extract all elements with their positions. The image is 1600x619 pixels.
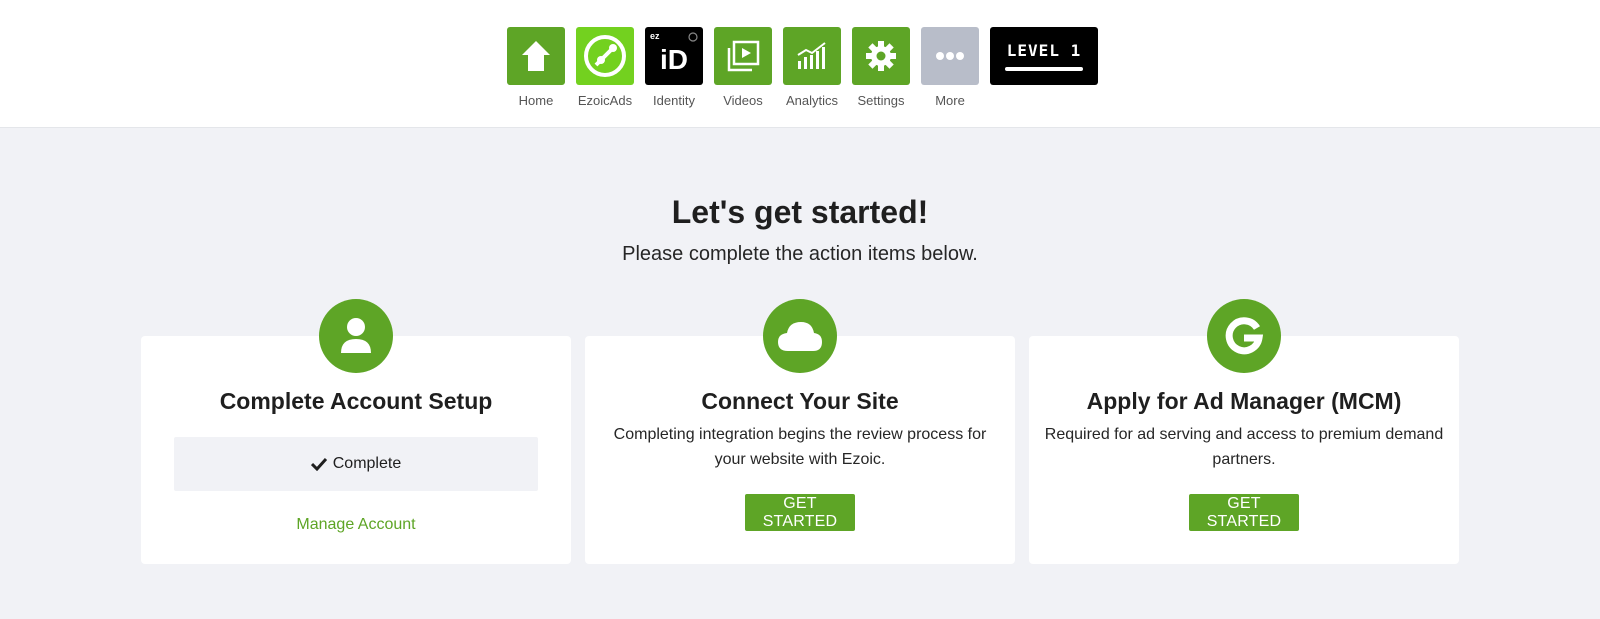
card-title-account-setup: Complete Account Setup (219, 388, 493, 414)
card-ad-manager: Apply for Ad Manager (MCM) Required for … (1029, 299, 1459, 564)
ad-manager-icon-circle (1207, 299, 1281, 373)
nav-label-more: More (935, 93, 965, 108)
nav-label-ezoicads: EzoicAds (577, 93, 633, 108)
identity-small-text: ez (650, 31, 660, 41)
status-label: Complete (332, 455, 402, 472)
manage-account-link[interactable]: Manage Account (141, 516, 571, 534)
analytics-icon (797, 42, 826, 69)
nav-label-videos: Videos (723, 93, 763, 108)
top-nav-bar: Home EzoicAds ez iD Identity Videos Anal… (0, 0, 1600, 128)
get-started-button-ad-manager[interactable]: GET STARTED (1189, 494, 1299, 531)
level-progress-bar (1005, 67, 1083, 71)
page-title: Let's get started! (671, 194, 929, 230)
card-desc-connect-site: Completing integration begins the review… (613, 426, 987, 468)
ezoicads-icon (584, 35, 626, 77)
check-icon (310, 457, 327, 471)
nav-item-more[interactable]: More (921, 27, 979, 108)
nav-item-ezoicads[interactable]: EzoicAds (576, 27, 634, 108)
app-nav: Home EzoicAds ez iD Identity Videos Anal… (507, 27, 1098, 108)
nav-label-identity: Identity (653, 93, 695, 108)
nav-item-settings[interactable]: Settings (852, 27, 910, 108)
page-subtitle: Please complete the action items below. (622, 243, 978, 265)
nav-item-identity[interactable]: ez iD Identity (645, 27, 703, 108)
connect-site-icon-circle (763, 299, 837, 373)
more-icon (936, 52, 964, 60)
gear-icon (866, 41, 896, 71)
get-started-button-connect-site[interactable]: GET STARTED (745, 494, 855, 531)
card-title-connect-site: Connect Your Site (701, 388, 899, 414)
cloud-icon (778, 322, 822, 351)
identity-icon: iD (660, 44, 688, 75)
google-icon (1225, 317, 1264, 355)
video-icon (727, 40, 760, 72)
card-desc-ad-manager: Required for ad serving and access to pr… (1044, 426, 1444, 468)
home-tile[interactable] (507, 27, 565, 85)
user-icon (341, 318, 371, 353)
settings-tile[interactable] (852, 27, 910, 85)
card-title-ad-manager: Apply for Ad Manager (MCM) (1086, 388, 1402, 414)
card-connect-site: Connect Your Site Completing integration… (585, 299, 1015, 564)
identity-tile[interactable]: ez iD (645, 27, 703, 85)
identity-badge-icon (688, 32, 698, 42)
analytics-tile[interactable] (783, 27, 841, 85)
more-tile[interactable] (921, 27, 979, 85)
nav-label-analytics: Analytics (785, 93, 839, 108)
home-icon (522, 41, 550, 71)
level-label: LEVEL 1 (1006, 41, 1082, 60)
account-setup-icon-circle (319, 299, 393, 373)
nav-label-home: Home (518, 93, 554, 108)
nav-item-analytics[interactable]: Analytics (783, 27, 841, 108)
videos-tile[interactable] (714, 27, 772, 85)
nav-label-settings: Settings (857, 93, 905, 108)
card-account-setup: Complete Account Setup Complete Manage A… (141, 299, 571, 564)
nav-item-home[interactable]: Home (507, 27, 565, 108)
level-badge[interactable]: LEVEL 1 (990, 27, 1098, 85)
nav-item-videos[interactable]: Videos (714, 27, 772, 108)
status-complete: Complete (174, 437, 538, 491)
ezoicads-tile[interactable] (576, 27, 634, 85)
